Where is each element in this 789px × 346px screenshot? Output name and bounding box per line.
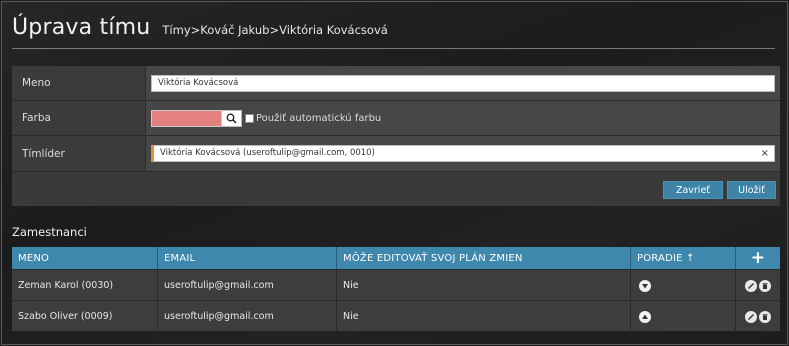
breadcrumb-parent-link[interactable]: Kováč Jakub [200, 23, 269, 37]
cell-can-edit: Nie [337, 270, 631, 301]
cell-can-edit: Nie [337, 301, 631, 332]
page-header: Úprava tímu Tímy>Kováč Jakub>Viktória Ko… [12, 15, 775, 49]
breadcrumb-separator: > [190, 23, 201, 37]
edit-icon[interactable] [745, 310, 757, 323]
delete-icon[interactable] [759, 310, 771, 323]
cell-email: useroftulip@gmail.com [158, 301, 337, 332]
leader-row: Tímlíder Viktória Kovácsová (useroftulip… [12, 136, 780, 172]
color-search-button[interactable] [222, 109, 242, 127]
employees-section-title: Zamestnanci [12, 225, 87, 239]
cell-name: Zeman Karol (0030) [12, 270, 158, 301]
leader-value: Viktória Kovácsová (useroftulip@gmail.co… [160, 148, 375, 158]
breadcrumb-current: Viktória Kovácsová [279, 23, 388, 37]
employees-table: MENO EMAIL MÔŽE EDITOVAŤ SVOJ PLÁN ZMIEN… [12, 247, 780, 332]
cell-email: useroftulip@gmail.com [158, 270, 337, 301]
leader-label: Tímlíder [12, 136, 146, 171]
table-row: Szabo Oliver (0009) useroftulip@gmail.co… [12, 300, 780, 332]
breadcrumb-separator: > [269, 23, 280, 37]
column-header-email[interactable]: EMAIL [158, 247, 337, 269]
clear-icon[interactable]: × [761, 146, 769, 161]
table-header: MENO EMAIL MÔŽE EDITOVAŤ SVOJ PLÁN ZMIEN… [12, 247, 780, 269]
breadcrumb-teams-link[interactable]: Tímy [162, 23, 190, 37]
close-button[interactable]: Zavrieť [663, 181, 723, 199]
table-row: Zeman Karol (0030) useroftulip@gmail.com… [12, 269, 780, 301]
search-icon [226, 113, 237, 124]
cell-name: Szabo Oliver (0009) [12, 301, 158, 332]
column-header-can-edit[interactable]: MÔŽE EDITOVAŤ SVOJ PLÁN ZMIEN [337, 247, 631, 269]
window-frame: Úprava tímu Tímy>Kováč Jakub>Viktória Ko… [1, 1, 788, 345]
save-button[interactable]: Uložiť [727, 181, 776, 199]
name-row: Meno Viktória Kovácsová [12, 66, 780, 101]
color-row: Farba Použiť automatickú farbu [12, 101, 780, 136]
plus-icon: + [750, 247, 766, 268]
name-label: Meno [12, 66, 146, 100]
page-title: Úprava tímu [12, 15, 151, 40]
leader-select[interactable]: Viktória Kovácsová (useroftulip@gmail.co… [151, 145, 775, 162]
breadcrumb: Tímy>Kováč Jakub>Viktória Kovácsová [162, 23, 387, 37]
color-picker-swatch[interactable] [151, 109, 222, 127]
arrow-down-icon[interactable] [639, 279, 651, 292]
edit-icon[interactable] [745, 279, 757, 292]
arrow-up-icon[interactable] [639, 310, 651, 323]
column-header-order[interactable]: PORADIE ↑ [631, 247, 736, 269]
add-employee-button[interactable]: + [736, 247, 780, 269]
column-header-name[interactable]: MENO [12, 247, 158, 269]
auto-color-checkbox[interactable] [245, 113, 254, 123]
color-label: Farba [12, 101, 146, 135]
name-input[interactable]: Viktória Kovácsová [151, 74, 775, 92]
delete-icon[interactable] [759, 279, 771, 292]
auto-color-label: Použiť automatickú farbu [256, 112, 382, 124]
